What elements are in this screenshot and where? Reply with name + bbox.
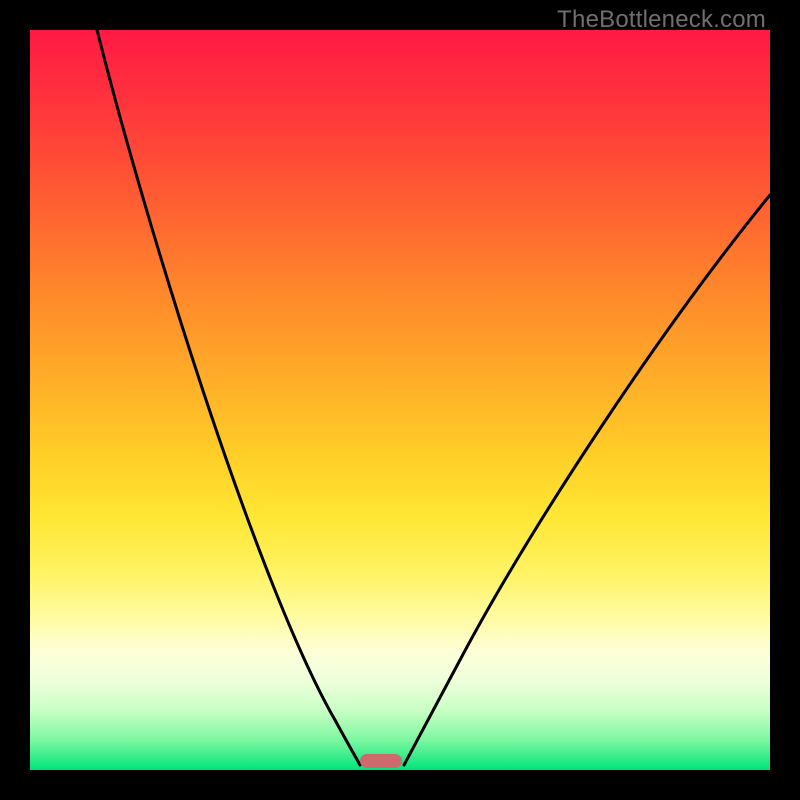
curve-left-branch xyxy=(97,30,360,765)
watermark-text: TheBottleneck.com xyxy=(557,6,766,34)
curve-right-branch xyxy=(404,195,770,765)
chart-frame: TheBottleneck.com xyxy=(0,0,800,800)
plot-area xyxy=(30,30,770,770)
bottleneck-curve xyxy=(30,30,770,770)
optimal-marker xyxy=(360,754,402,768)
